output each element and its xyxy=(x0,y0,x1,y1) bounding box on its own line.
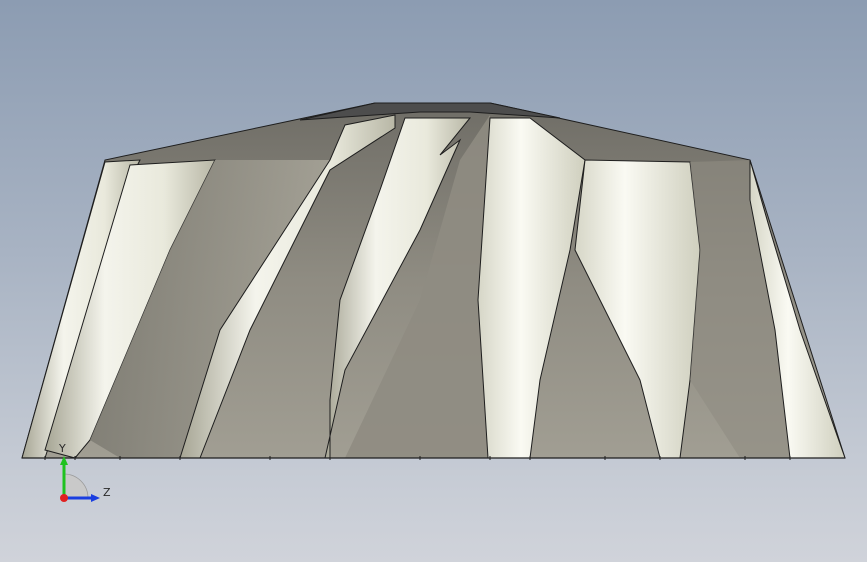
z-axis-arrow xyxy=(91,494,100,502)
y-axis-label: Y xyxy=(59,442,66,455)
origin-dot xyxy=(60,494,68,502)
impeller-model[interactable] xyxy=(0,0,867,562)
z-axis-label: Z xyxy=(103,486,111,499)
triad-quadrant xyxy=(63,473,89,499)
y-axis-arrow xyxy=(60,456,68,465)
graphics-viewport[interactable]: Y Z xyxy=(0,0,867,562)
